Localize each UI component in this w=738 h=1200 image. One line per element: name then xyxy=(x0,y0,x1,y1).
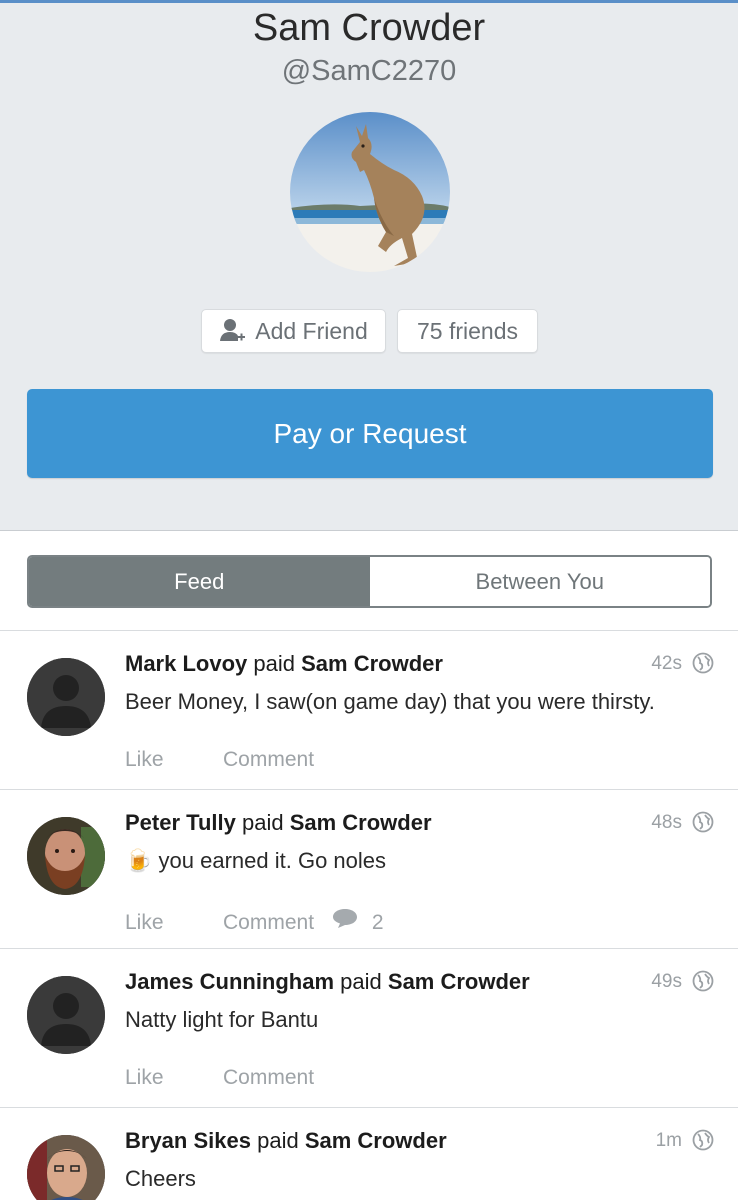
friends-count-button[interactable]: 75 friends xyxy=(397,309,538,353)
default-avatar-icon xyxy=(27,658,105,736)
item-actions: Like Comment xyxy=(125,1066,314,1090)
payee-name[interactable]: Sam Crowder xyxy=(388,969,530,994)
avatar[interactable] xyxy=(27,976,105,1054)
payment-message: 🍺 you earned it. Go noles xyxy=(125,848,386,874)
feed-item[interactable]: Mark Lovoy paid Sam Crowder 42s Beer Mon… xyxy=(0,631,738,789)
tab-feed[interactable]: Feed xyxy=(29,557,370,606)
comment-count-value: 2 xyxy=(371,911,384,934)
comment-button[interactable]: Comment xyxy=(223,748,314,772)
globe-icon xyxy=(692,652,714,674)
payment-message: Beer Money, I saw(on game day) that you … xyxy=(125,689,655,714)
pay-or-request-button[interactable]: Pay or Request xyxy=(27,389,713,478)
item-actions: Like Comment xyxy=(125,748,314,772)
like-button[interactable]: Like xyxy=(125,1066,223,1090)
payment-line: Bryan Sikes paid Sam Crowder xyxy=(125,1128,447,1154)
like-button[interactable]: Like xyxy=(125,748,223,772)
add-friend-button[interactable]: Add Friend xyxy=(201,309,386,353)
payment-message: Cheers xyxy=(125,1166,196,1191)
feed-item[interactable]: Peter Tully paid Sam Crowder 48s 🍺 you e… xyxy=(0,790,738,948)
feed-item[interactable]: Bryan Sikes paid Sam Crowder 1m Cheers xyxy=(0,1108,738,1200)
payment-line: Mark Lovoy paid Sam Crowder xyxy=(125,651,443,677)
payment-verb: paid xyxy=(257,1128,299,1153)
profile-handle: @SamC2270 xyxy=(281,55,457,87)
payer-name[interactable]: Bryan Sikes xyxy=(125,1128,251,1153)
timestamp: 49s xyxy=(651,971,682,992)
comment-bubble-icon xyxy=(333,909,358,928)
comment-button[interactable]: Comment xyxy=(223,911,314,935)
payee-name[interactable]: Sam Crowder xyxy=(290,810,432,835)
payment-line: Peter Tully paid Sam Crowder xyxy=(125,810,432,836)
tab-between-you[interactable]: Between You xyxy=(369,557,710,606)
payment-message: Natty light for Bantu xyxy=(125,1007,319,1032)
like-button[interactable]: Like xyxy=(125,911,223,935)
item-actions: Like Comment 2 xyxy=(125,907,384,935)
globe-icon xyxy=(692,970,714,992)
avatar[interactable] xyxy=(27,1135,105,1200)
avatar[interactable] xyxy=(27,658,105,736)
profile-avatar[interactable] xyxy=(290,112,450,272)
add-friend-label: Add Friend xyxy=(255,317,368,344)
payee-name[interactable]: Sam Crowder xyxy=(301,651,443,676)
friends-count-label: 75 friends xyxy=(416,317,518,344)
feed-item[interactable]: James Cunningham paid Sam Crowder 49s Na… xyxy=(0,949,738,1107)
payment-verb: paid xyxy=(253,651,295,676)
timestamp: 48s xyxy=(651,812,682,833)
payment-line: James Cunningham paid Sam Crowder xyxy=(125,969,530,995)
beer-emoji: 🍺 xyxy=(125,848,153,873)
payment-verb: paid xyxy=(340,969,382,994)
globe-icon xyxy=(692,1129,714,1151)
profile-header: Sam Crowder @SamC2270 Add Friend 75 frie… xyxy=(0,3,738,531)
add-friend-icon xyxy=(220,319,246,341)
payment-message-text: you earned it. Go noles xyxy=(158,848,387,873)
payer-name[interactable]: Peter Tully xyxy=(125,810,236,835)
bearded-man-avatar-icon xyxy=(27,817,105,895)
payer-name[interactable]: Mark Lovoy xyxy=(125,651,247,676)
comment-button[interactable]: Comment xyxy=(223,1066,314,1090)
pay-or-request-label: Pay or Request xyxy=(273,417,467,449)
globe-icon xyxy=(692,811,714,833)
timestamp: 1m xyxy=(655,1130,682,1151)
default-avatar-icon xyxy=(27,976,105,1054)
feed-segmented-control: Feed Between You xyxy=(27,555,712,608)
avatar[interactable] xyxy=(27,817,105,895)
payer-name[interactable]: James Cunningham xyxy=(125,969,334,994)
comment-count[interactable]: 2 xyxy=(332,907,384,935)
payee-name[interactable]: Sam Crowder xyxy=(305,1128,447,1153)
profile-name: Sam Crowder xyxy=(252,7,486,49)
payment-verb: paid xyxy=(241,810,284,835)
timestamp: 42s xyxy=(651,653,682,674)
man-avatar-icon xyxy=(27,1135,105,1200)
